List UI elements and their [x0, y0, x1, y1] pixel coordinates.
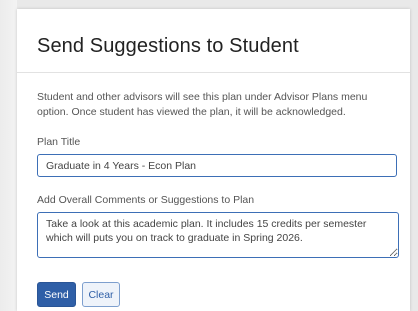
- page-backdrop-left: [0, 0, 17, 311]
- plan-title-label: Plan Title: [37, 136, 81, 148]
- plan-title-input[interactable]: [37, 154, 397, 177]
- dialog-title: Send Suggestions to Student: [37, 35, 299, 57]
- comments-textarea[interactable]: Take a look at this academic plan. It in…: [37, 212, 399, 258]
- page-backdrop-top: [0, 0, 418, 9]
- comments-label: Add Overall Comments or Suggestions to P…: [37, 194, 255, 206]
- dialog-description: Student and other advisors will see this…: [37, 91, 368, 118]
- clear-button[interactable]: Clear: [82, 282, 120, 307]
- page-backdrop-right: [410, 0, 418, 311]
- send-button[interactable]: Send: [37, 282, 76, 307]
- header-divider: [17, 72, 410, 73]
- send-suggestions-dialog: Send Suggestions to Student Student and …: [17, 9, 410, 311]
